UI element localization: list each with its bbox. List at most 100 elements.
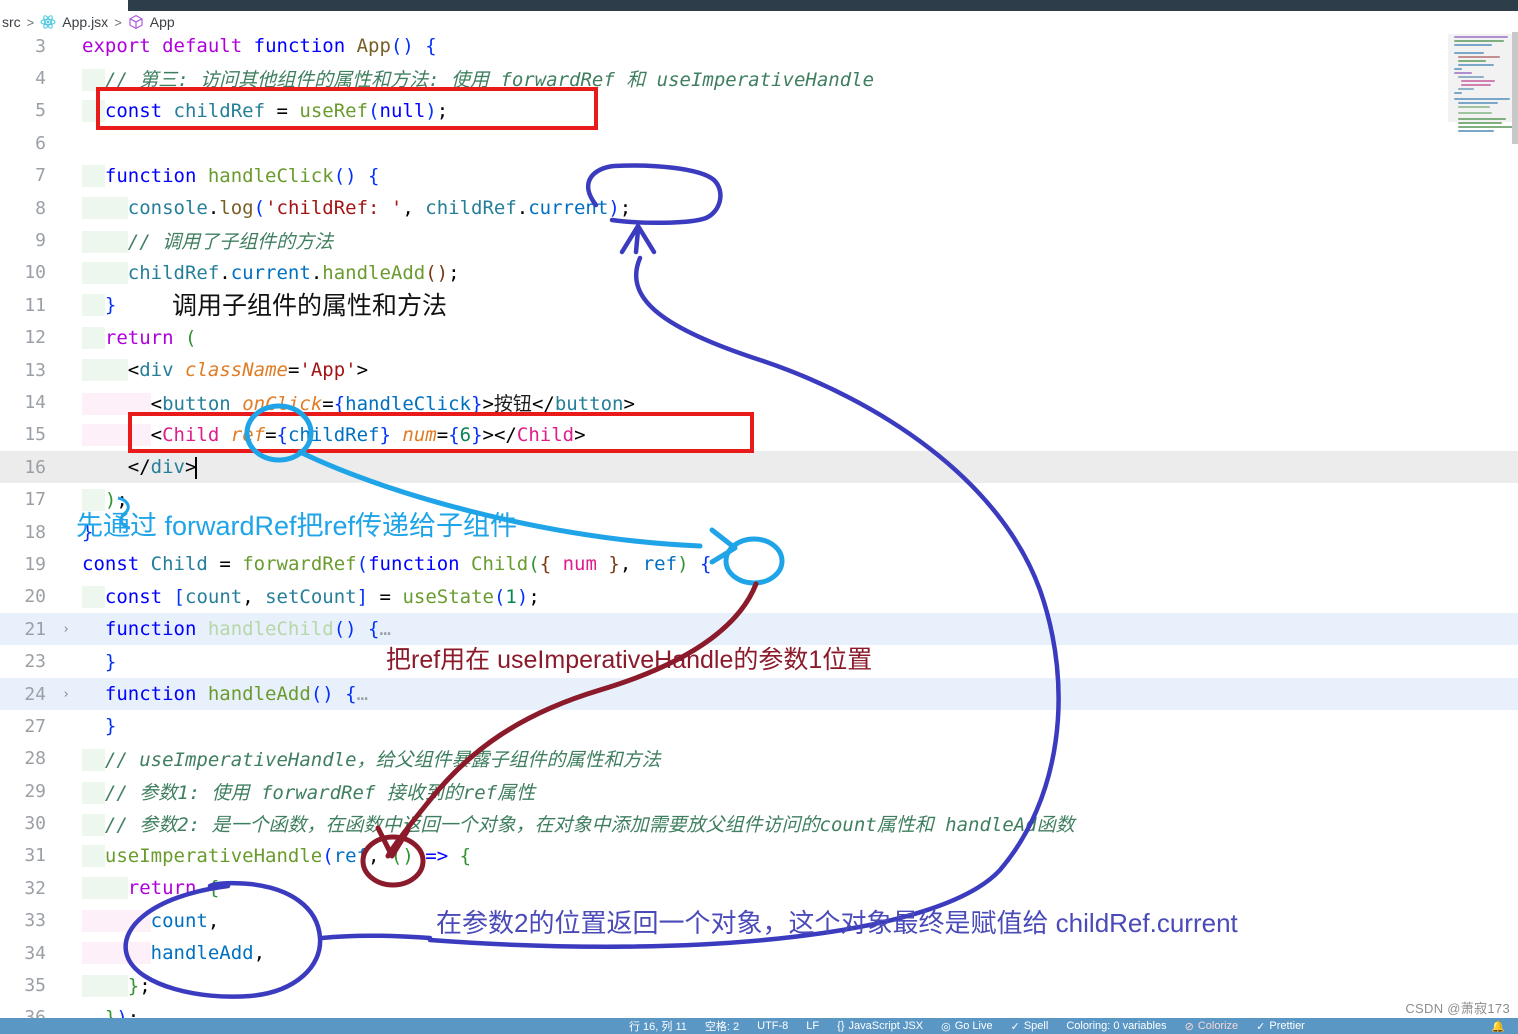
line-content: export default function App() { [82,35,437,58]
text-cursor [195,456,198,479]
code-line[interactable]: 5 const childRef = useRef(null); [0,95,1518,127]
code-line[interactable]: 31 useImperativeHandle(ref, () => { [0,840,1518,872]
breadcrumb[interactable]: src > App.jsx > App [0,12,175,32]
line-number: 29 [24,780,46,802]
status-go-live-label: Go Live [954,1020,993,1032]
line-content: // useImperativeHandle，给父组件暴露子组件的属性和方法 [76,745,661,772]
code-line[interactable]: 20 const [count, setCount] = useState(1)… [0,581,1518,613]
code-line[interactable]: 9 // 调用了子组件的方法 [0,224,1518,256]
code-line[interactable]: 13 <div className='App'> [0,354,1518,386]
status-prettier-label: Prettier [1269,1020,1305,1032]
line-content: <div className='App'> [76,359,368,382]
code-line[interactable]: 10 childRef.current.handleAdd(); [0,257,1518,289]
status-eol[interactable]: LF [797,1020,828,1032]
line-number: 16 [24,456,46,478]
breadcrumb-item-symbol[interactable]: App [150,14,175,30]
minimap-slider[interactable] [1448,34,1518,122]
status-spell[interactable]: ✓ Spell [1002,1020,1058,1033]
line-number: 9 [35,230,46,252]
notifications-bell-icon[interactable]: 🔔 [1482,1020,1514,1033]
line-content: </div> [127,456,198,479]
line-number: 4 [35,68,46,90]
line-content: return ( [76,326,196,349]
line-number: 7 [35,165,46,187]
broadcast-icon: ◎ [941,1020,951,1033]
status-encoding[interactable]: UTF-8 [748,1020,797,1032]
breadcrumb-item-src[interactable]: src [2,14,21,30]
code-line[interactable]: 4 // 第三: 访问其他组件的属性和方法: 使用 forwardRef 和 u… [0,62,1518,94]
breadcrumb-item-file[interactable]: App.jsx [62,14,108,30]
annotation-call-child: 调用子组件的属性和方法 [172,291,448,320]
status-indentation[interactable]: 空格: 2 [696,1018,748,1034]
code-line-folded[interactable]: 24 › function handleAdd() {… [0,677,1518,711]
vscode-window: src > App.jsx > App 3 export default fun… [0,0,1518,1034]
code-line[interactable]: 32 return { [0,872,1518,904]
line-number: 10 [24,262,46,284]
line-content: <Child ref={childRef} num={6}></Child> [76,423,586,446]
status-language-mode[interactable]: {} JavaScript JSX [828,1020,932,1032]
line-content: // 参数2: 是一个函数，在函数中返回一个对象，在对象中添加需要放父组件访问的… [76,810,1075,837]
line-number: 15 [24,424,46,446]
breadcrumb-separator: > [26,14,35,30]
code-line[interactable]: 35 }; [0,969,1518,1001]
code-line[interactable]: 7 function handleClick() { [0,160,1518,192]
code-line[interactable]: 27 } [0,710,1518,742]
line-number: 11 [24,294,46,316]
code-line[interactable]: 19 const Child = forwardRef(function Chi… [0,548,1518,580]
code-line[interactable]: 28 // useImperativeHandle，给父组件暴露子组件的属性和方… [0,743,1518,775]
line-content: <button onClick={handleClick}>按钮</button… [76,389,635,416]
line-number: 33 [24,910,46,932]
status-bar[interactable]: 行 16, 列 11 空格: 2 UTF-8 LF {} JavaScript … [0,1018,1518,1034]
status-colorize[interactable]: ⊘ Colorize [1176,1020,1248,1033]
line-number: 28 [24,748,46,770]
code-line[interactable]: 12 return ( [0,322,1518,354]
minimap[interactable] [1448,30,1518,140]
code-line[interactable]: 29 // 参数1: 使用 forwardRef 接收到的ref属性 [0,775,1518,807]
line-content: }; [76,974,151,997]
code-line[interactable]: 8 console.log('childRef: ', childRef.cur… [0,192,1518,224]
code-line[interactable]: 30 // 参数2: 是一个函数，在函数中返回一个对象，在对象中添加需要放父组件… [0,807,1518,839]
code-line[interactable]: 34 handleAdd, [0,937,1518,969]
line-number: 35 [24,975,46,997]
breadcrumb-separator-2: > [114,14,122,30]
line-number: 8 [35,197,46,219]
status-go-live[interactable]: ◎ Go Live [932,1020,1002,1033]
status-language-label: JavaScript JSX [848,1020,924,1032]
braces-icon: {} [837,1020,845,1032]
line-number: 5 [35,100,46,122]
line-content: // 第三: 访问其他组件的属性和方法: 使用 forwardRef 和 use… [76,65,874,92]
line-number: 19 [24,553,46,575]
line-number: 27 [24,715,46,737]
annotation-param1: 把ref用在 useImperativeHandle的参数1位置 [386,646,873,674]
fold-chevron-icon[interactable]: › [56,687,76,702]
line-number: 21 [24,618,46,640]
code-line[interactable]: 6 [0,127,1518,159]
line-content: childRef.current.handleAdd(); [76,261,460,284]
line-content: // 调用了子组件的方法 [76,227,333,254]
no-entry-icon: ⊘ [1184,1020,1194,1033]
line-number: 18 [24,521,46,543]
line-number: 30 [24,813,46,835]
code-line[interactable]: 15 <Child ref={childRef} num={6}></Child… [0,419,1518,451]
code-line[interactable]: 3 export default function App() { [0,30,1518,62]
line-content: } [104,715,117,738]
line-content: handleAdd, [76,942,265,965]
fold-chevron-icon[interactable]: › [56,622,76,637]
code-line-active[interactable]: 16 </div> [0,451,1518,484]
status-prettier[interactable]: ✓ Prettier [1247,1020,1314,1033]
status-bar-left: 行 16, 列 11 空格: 2 UTF-8 LF {} JavaScript … [0,1018,1482,1034]
line-content: console.log('childRef: ', childRef.curre… [76,197,631,220]
status-cursor-position[interactable]: 行 16, 列 11 [620,1018,696,1034]
status-coloring[interactable]: Coloring: 0 variables [1057,1020,1175,1032]
code-line[interactable]: 14 <button onClick={handleClick}>按钮</but… [0,386,1518,418]
line-number: 23 [24,651,46,673]
line-number: 3 [35,35,46,57]
check-icon-2: ✓ [1256,1020,1266,1033]
line-content: const childRef = useRef(null); [76,99,448,122]
line-number: 13 [24,359,46,381]
line-number: 6 [35,132,46,154]
line-number: 24 [24,683,46,705]
line-number: 34 [24,942,46,964]
react-icon [40,14,56,30]
minimap-scrollbar[interactable] [1512,32,1518,144]
